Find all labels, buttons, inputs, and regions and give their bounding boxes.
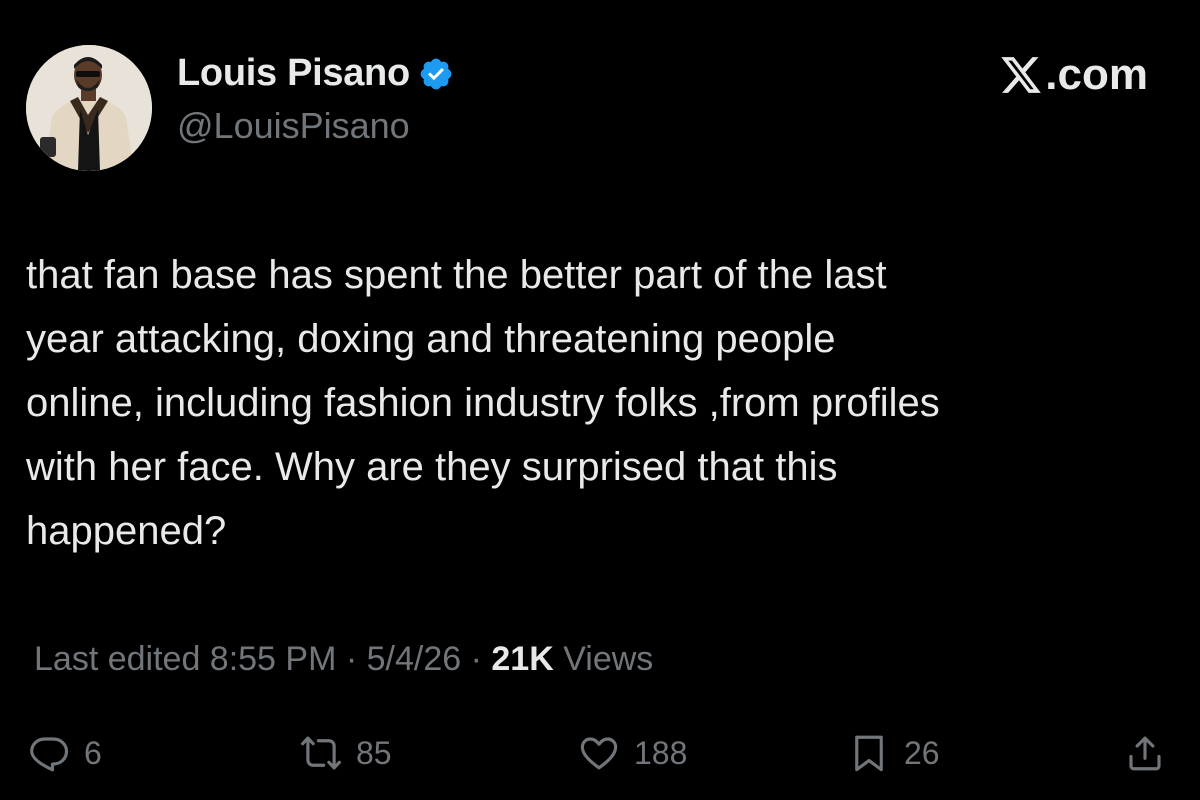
share-button[interactable]: [1124, 732, 1166, 774]
repost-button[interactable]: 85: [300, 732, 392, 774]
brand-logo: .com: [999, 50, 1148, 100]
repost-count: 85: [356, 734, 392, 771]
reply-icon: [28, 732, 70, 774]
heart-icon: [578, 732, 620, 774]
x-logo-icon: [999, 53, 1043, 97]
views-label: Views: [553, 640, 654, 678]
author-name-row: Louis Pisano: [177, 52, 454, 95]
avatar[interactable]: [26, 45, 152, 171]
author-handle[interactable]: @LouisPisano: [177, 105, 410, 147]
action-bar: 6 85 188 26: [0, 732, 1200, 782]
reply-count: 6: [84, 734, 102, 771]
views-count[interactable]: 21K: [491, 640, 553, 679]
repost-icon: [300, 732, 342, 774]
meta-separator: ·: [336, 640, 367, 678]
avatar-image: [26, 45, 152, 171]
bookmark-icon: [848, 732, 890, 774]
tweet-meta: Last edited 8:55 PM · 5/4/26 · 21K Views: [34, 640, 653, 679]
share-icon: [1124, 732, 1166, 774]
meta-separator: ·: [461, 640, 492, 678]
like-count: 188: [634, 734, 688, 771]
bookmark-button[interactable]: 26: [848, 732, 940, 774]
author-display-name[interactable]: Louis Pisano: [177, 52, 410, 95]
tweet-date[interactable]: 5/4/26: [367, 640, 462, 679]
like-button[interactable]: 188: [578, 732, 687, 774]
brand-domain: .com: [1045, 50, 1148, 99]
edited-label[interactable]: Last edited 8:55 PM: [34, 640, 336, 679]
reply-button[interactable]: 6: [28, 732, 102, 774]
tweet-text: that fan base has spent the better part …: [26, 253, 940, 553]
verified-badge-icon[interactable]: [418, 56, 454, 92]
bookmark-count: 26: [904, 734, 940, 771]
